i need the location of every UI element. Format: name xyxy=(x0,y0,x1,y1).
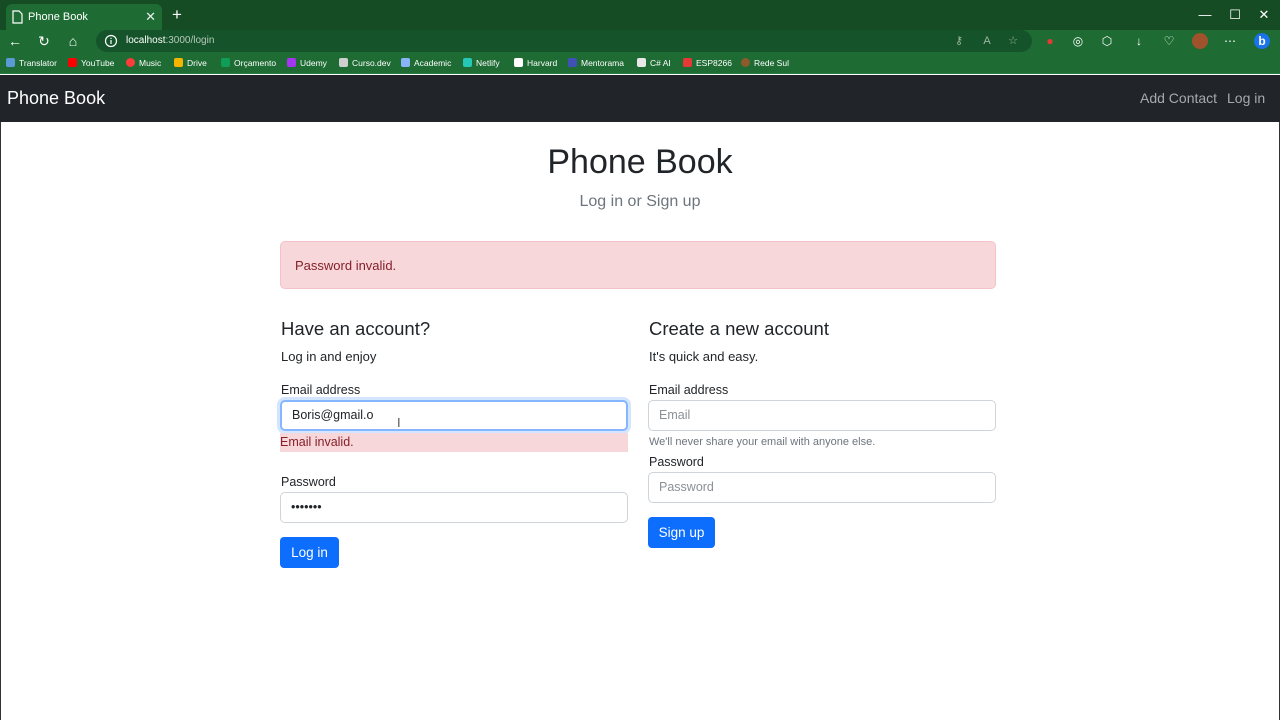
page-content xyxy=(0,122,1280,720)
bookmark-academic[interactable]: Academic xyxy=(401,52,451,74)
curso-dev-icon xyxy=(339,58,348,67)
login-email-error: Email invalid. xyxy=(280,433,628,452)
favorite-star-icon[interactable]: ☆ xyxy=(1006,34,1020,48)
signup-heading: Create a new account xyxy=(649,318,829,339)
login-password-input[interactable]: ••••••• xyxy=(280,492,628,523)
signup-subheading: It's quick and easy. xyxy=(649,349,759,364)
download-icon[interactable]: ↓ xyxy=(1131,33,1147,49)
back-icon[interactable]: ← xyxy=(4,30,26,52)
music-icon xyxy=(126,58,135,67)
url-path: :3000/login xyxy=(165,35,215,46)
extension-icon[interactable]: ● xyxy=(1042,33,1058,49)
page-icon xyxy=(12,10,23,24)
url-text: localhost:3000/login xyxy=(126,30,214,52)
copilot-icon[interactable]: b xyxy=(1254,33,1270,49)
bookmark-youtube[interactable]: YouTube xyxy=(68,52,114,74)
udemy-icon xyxy=(287,58,296,67)
rede-sul-icon xyxy=(741,58,750,67)
browser-tab-bar: Phone Book ✕ + — ☐ ✕ xyxy=(0,0,1280,30)
close-window-button[interactable]: ✕ xyxy=(1249,0,1279,30)
extensions-icon[interactable]: ⬡ xyxy=(1099,33,1115,49)
bookmark-drive[interactable]: Drive xyxy=(174,52,207,74)
translator-icon xyxy=(6,58,15,67)
signup-email-label: Email address xyxy=(649,383,729,397)
bookmark-curso-dev[interactable]: Curso.dev xyxy=(339,52,391,74)
profile-avatar[interactable] xyxy=(1192,33,1208,49)
bookmark-music[interactable]: Music xyxy=(126,52,161,74)
site-info-icon[interactable] xyxy=(104,34,118,48)
nav-login-link[interactable]: Log in xyxy=(1227,75,1265,122)
login-email-input[interactable]: Boris@gmail.o I xyxy=(280,400,628,431)
login-email-value: Boris@gmail.o xyxy=(292,408,374,422)
login-subheading: Log in and enjoy xyxy=(281,349,377,364)
signup-email-help: We'll never share your email with anyone… xyxy=(649,436,876,448)
signup-button[interactable]: Sign up xyxy=(648,517,715,548)
page-title: Phone Book xyxy=(547,143,733,181)
minimize-button[interactable]: — xyxy=(1190,0,1220,30)
app-navbar: Phone Book Add Contact Log in xyxy=(0,75,1280,122)
key-icon[interactable]: ⚷ xyxy=(952,34,966,48)
bookmarks-bar: Translator YouTube Music Drive Orçamento… xyxy=(0,52,1280,74)
signup-email-placeholder: Email xyxy=(659,408,691,422)
bookmark-harvard[interactable]: Harvard xyxy=(514,52,557,74)
browser-tab[interactable]: Phone Book ✕ xyxy=(6,4,162,30)
bookmark-netlify[interactable]: Netlify xyxy=(463,52,500,74)
youtube-icon xyxy=(68,58,77,67)
maximize-button[interactable]: ☐ xyxy=(1220,0,1250,30)
drive-icon xyxy=(174,58,183,67)
bookmark-esp8266[interactable]: ESP8266 xyxy=(683,52,732,74)
login-password-label: Password xyxy=(281,475,336,489)
home-icon[interactable]: ⌂ xyxy=(62,30,84,52)
mentorama-icon xyxy=(568,58,577,67)
login-password-value: ••••••• xyxy=(291,500,322,514)
bookmark-translator[interactable]: Translator xyxy=(6,52,57,74)
bookmark-mentorama[interactable]: Mentorama xyxy=(568,52,624,74)
login-email-label: Email address xyxy=(281,383,361,397)
signup-email-input[interactable]: Email xyxy=(648,400,996,431)
nav-add-contact-link[interactable]: Add Contact xyxy=(1140,75,1217,122)
favorites-icon[interactable]: ♡ xyxy=(1161,33,1177,49)
bookmark-udemy[interactable]: Udemy xyxy=(287,52,327,74)
address-bar[interactable]: localhost:3000/login ⚷ A ☆ xyxy=(96,30,1032,52)
harvard-icon xyxy=(514,58,523,67)
csharp-ai-icon xyxy=(637,58,646,67)
signup-password-placeholder: Password xyxy=(659,480,714,494)
signup-password-input[interactable]: Password xyxy=(648,472,996,503)
esp8266-icon xyxy=(683,58,692,67)
extension-target-icon[interactable]: ◎ xyxy=(1070,33,1086,49)
tab-title: Phone Book xyxy=(28,11,88,23)
error-alert: Password invalid. xyxy=(280,241,996,289)
new-tab-button[interactable]: + xyxy=(166,4,188,26)
bookmark-csharp-ai[interactable]: C# AI xyxy=(637,52,671,74)
bookmark-rede-sul[interactable]: Rede Sul xyxy=(741,52,789,74)
text-cursor-icon: I xyxy=(397,415,401,430)
more-menu-icon[interactable]: ⋯ xyxy=(1222,33,1238,49)
reload-icon[interactable]: ↻ xyxy=(33,30,55,52)
login-heading: Have an account? xyxy=(281,318,431,339)
address-bar-row: ← ↻ ⌂ localhost:3000/login ⚷ A ☆ ● ◎ ⬡ ↓… xyxy=(0,30,1280,52)
academic-icon xyxy=(401,58,410,67)
netlify-icon xyxy=(463,58,472,67)
page-subtitle: Log in or Sign up xyxy=(579,193,701,210)
navbar-brand[interactable]: Phone Book xyxy=(7,75,105,122)
url-host: localhost xyxy=(126,35,166,46)
login-button[interactable]: Log in xyxy=(280,537,339,568)
sheets-icon xyxy=(221,58,230,67)
signup-password-label: Password xyxy=(649,455,704,469)
bookmark-orcamento[interactable]: Orçamento xyxy=(221,52,276,74)
read-aloud-icon[interactable]: A xyxy=(980,34,994,48)
tab-close-icon[interactable]: ✕ xyxy=(145,4,156,30)
